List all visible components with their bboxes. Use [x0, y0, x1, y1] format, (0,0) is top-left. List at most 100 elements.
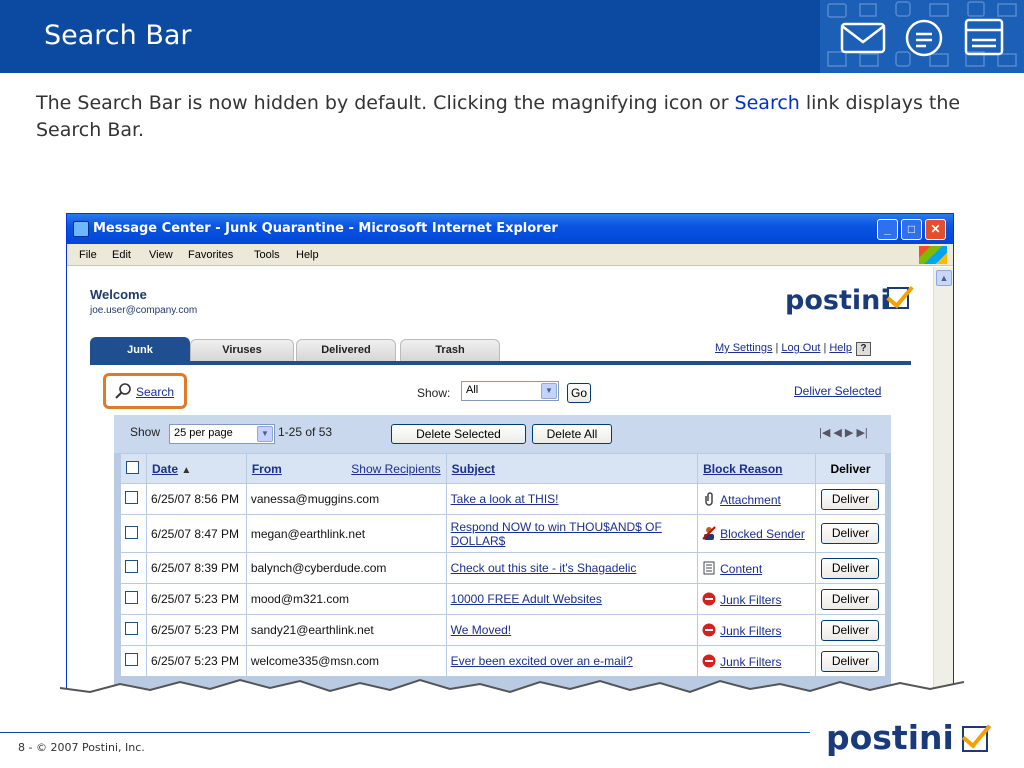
show-filter-value: All: [466, 384, 479, 396]
row-from: mood@m321.com: [245, 583, 447, 615]
paperclip-icon: [702, 491, 720, 507]
row-date: 6/25/07 8:39 PM: [145, 552, 247, 584]
row-reason-link[interactable]: Content: [720, 562, 762, 576]
search-link[interactable]: Search: [136, 385, 174, 399]
scroll-up-icon[interactable]: ▲: [936, 270, 952, 286]
date-sort-link[interactable]: Date: [152, 462, 178, 476]
row-select-cell: [120, 552, 147, 584]
slide-header: Search Bar: [0, 0, 1024, 73]
row-checkbox[interactable]: [125, 525, 138, 539]
log-out-link[interactable]: Log Out: [781, 342, 820, 354]
tab-delivered[interactable]: Delivered: [296, 339, 396, 361]
deliver-header: Deliver: [814, 453, 887, 484]
menu-help[interactable]: Help: [296, 249, 319, 261]
subject-header[interactable]: Subject: [445, 453, 699, 484]
show-label: Show:: [417, 386, 451, 400]
pager-controls: |◀ ◀ ▶ ▶|: [819, 426, 868, 439]
row-subject-link[interactable]: Ever been excited over an e-mail?: [451, 654, 633, 668]
row-reason-link[interactable]: Junk Filters: [720, 655, 781, 669]
row-deliver-button[interactable]: Deliver: [821, 523, 880, 544]
row-deliver-cell: Deliver: [814, 483, 887, 515]
menu-tools[interactable]: Tools: [254, 249, 280, 261]
row-from: balynch@cyberdude.com: [245, 552, 447, 584]
windows-logo-icon: [919, 246, 947, 264]
row-checkbox[interactable]: [125, 560, 138, 573]
row-select-cell: [120, 514, 147, 553]
row-checkbox[interactable]: [125, 591, 138, 604]
window-titlebar[interactable]: Message Center - Junk Quarantine - Micro…: [67, 214, 953, 244]
user-email: joe.user@company.com: [90, 305, 198, 316]
minimize-button[interactable]: _: [877, 219, 898, 240]
row-subject-link[interactable]: 10000 FREE Adult Websites: [451, 592, 602, 606]
row-deliver-button[interactable]: Deliver: [821, 488, 880, 510]
per-page-select[interactable]: 25 per page ▼: [169, 424, 275, 444]
row-from: vanessa@muggins.com: [245, 483, 447, 515]
intro-text: The Search Bar is now hidden by default.…: [36, 90, 986, 144]
row-select-cell: [120, 614, 147, 646]
row-subject-link[interactable]: We Moved!: [451, 623, 511, 637]
row-reason-link[interactable]: Blocked Sender: [720, 527, 805, 541]
tab-viruses[interactable]: Viruses: [190, 339, 294, 361]
tab-junk[interactable]: Junk: [90, 337, 190, 361]
row-checkbox[interactable]: [125, 653, 138, 666]
date-header[interactable]: Date ▲: [145, 453, 247, 484]
my-settings-link[interactable]: My Settings: [715, 342, 772, 354]
vertical-scrollbar[interactable]: ▲: [933, 267, 953, 692]
delete-selected-button[interactable]: Delete Selected: [391, 424, 526, 444]
search-highlight: Search: [103, 373, 187, 409]
help-link[interactable]: Help: [829, 342, 852, 354]
sort-ascending-icon: ▲: [181, 464, 192, 476]
row-reason-link[interactable]: Attachment: [720, 493, 781, 507]
row-deliver-button[interactable]: Deliver: [821, 619, 880, 641]
row-reason-link[interactable]: Junk Filters: [720, 624, 781, 638]
row-select-cell: [120, 583, 147, 615]
first-page-icon[interactable]: |◀: [819, 427, 830, 439]
last-page-icon[interactable]: ▶|: [856, 427, 867, 439]
next-page-icon[interactable]: ▶: [845, 427, 853, 439]
row-checkbox[interactable]: [125, 622, 138, 635]
table-row: 6/25/07 8:39 PM balynch@cyberdude.com Chec…: [120, 552, 887, 584]
maximize-button[interactable]: □: [901, 219, 922, 240]
stop-icon: [702, 654, 720, 669]
block-reason-header[interactable]: Block Reason: [697, 453, 816, 484]
message-table: Date ▲ From Show Recipients Subject Block…: [120, 453, 887, 677]
row-deliver-cell: Deliver: [814, 583, 887, 615]
row-deliver-button[interactable]: Deliver: [821, 588, 880, 610]
row-subject-link[interactable]: Check out this site - it's Shagadelic: [451, 561, 637, 575]
help-icon[interactable]: ?: [855, 342, 871, 356]
menu-favorites[interactable]: Favorites: [188, 249, 233, 261]
delete-all-button[interactable]: Delete All: [532, 424, 612, 444]
footer-copyright: 8 - © 2007 Postini, Inc.: [18, 741, 145, 754]
slide-title: Search Bar: [44, 20, 192, 51]
from-header: From Show Recipients: [245, 453, 447, 484]
menu-edit[interactable]: Edit: [112, 249, 131, 261]
row-subject-link[interactable]: Take a look at THIS!: [451, 492, 559, 506]
footer-divider: [0, 732, 810, 733]
prev-page-icon[interactable]: ◀: [833, 427, 841, 439]
magnifying-glass-icon[interactable]: [114, 382, 132, 400]
row-checkbox[interactable]: [125, 491, 138, 504]
close-button[interactable]: ✕: [925, 219, 946, 240]
go-button[interactable]: Go: [567, 383, 591, 403]
subject-sort-link[interactable]: Subject: [452, 462, 495, 476]
show-filter-select[interactable]: All ▼: [461, 381, 559, 401]
deliver-selected-link[interactable]: Deliver Selected: [794, 384, 881, 398]
row-reason-link[interactable]: Junk Filters: [720, 593, 781, 607]
menu-file[interactable]: File: [79, 249, 97, 261]
message-rows: 6/25/07 8:56 PM vanessa@muggins.com Take a…: [120, 483, 887, 677]
from-sort-link[interactable]: From: [252, 462, 282, 476]
row-deliver-button[interactable]: Deliver: [821, 557, 880, 579]
row-subject-link[interactable]: Respond NOW to win THOU$AND$ OF DOLLAR$: [451, 520, 662, 548]
row-reason-cell: Blocked Sender: [697, 514, 816, 553]
tab-underline: [90, 361, 911, 365]
person-icon: [702, 526, 720, 541]
menu-view[interactable]: View: [149, 249, 173, 261]
browser-window: Message Center - Junk Quarantine - Micro…: [66, 213, 954, 693]
block-reason-sort-link[interactable]: Block Reason: [703, 462, 782, 476]
select-all-checkbox[interactable]: [126, 460, 139, 474]
tab-trash[interactable]: Trash: [400, 339, 500, 361]
row-from: sandy21@earthlink.net: [245, 614, 447, 646]
row-subject-cell: Take a look at THIS!: [445, 483, 699, 515]
show-recipients-link[interactable]: Show Recipients: [351, 462, 440, 476]
row-subject-cell: Check out this site - it's Shagadelic: [445, 552, 699, 584]
